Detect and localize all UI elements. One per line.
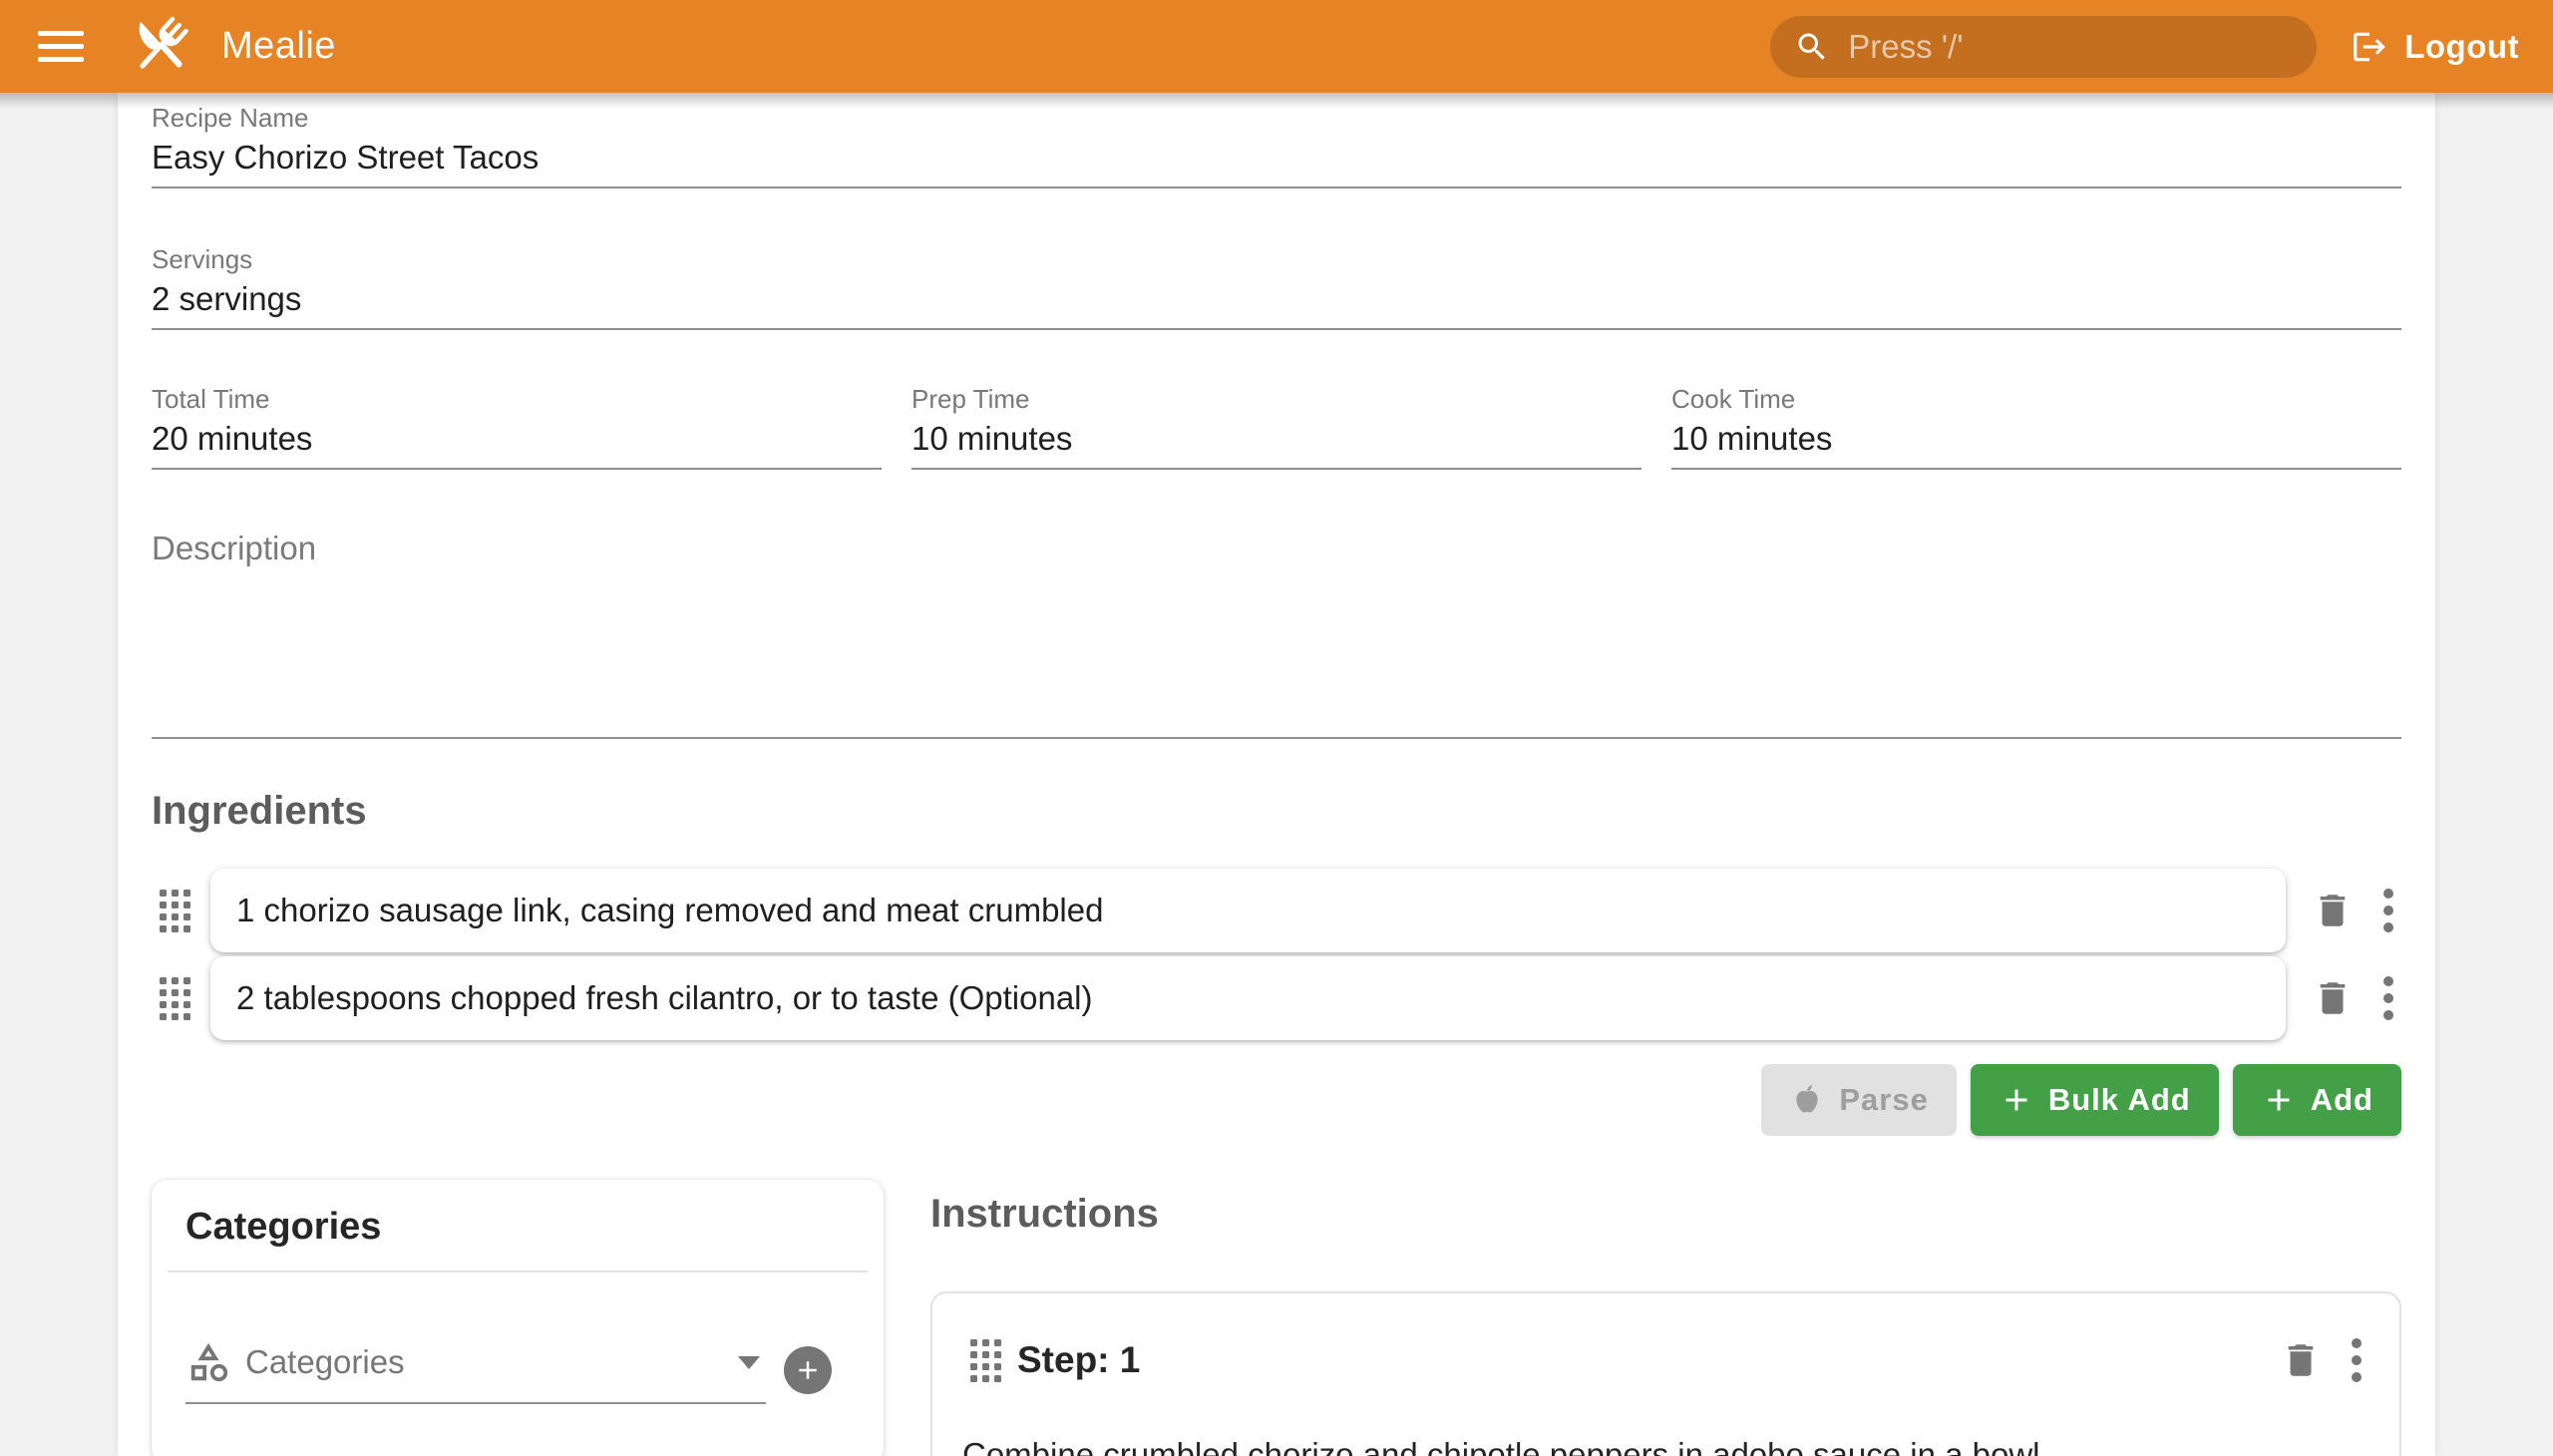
step-menu-button[interactable] <box>2352 1338 2362 1382</box>
servings-field[interactable]: Servings 2 servings <box>152 234 2401 330</box>
instruction-step-card: Step: 1 Combine crumbled chorizo and chi… <box>930 1291 2401 1456</box>
app-bar: Mealie Logout <box>0 0 2553 93</box>
recipe-name-underline <box>152 186 2401 188</box>
ingredient-menu-button[interactable] <box>2383 889 2393 932</box>
ingredient-input[interactable]: 2 tablespoons chopped fresh cilantro, or… <box>210 956 2286 1040</box>
search-box[interactable] <box>1770 16 2317 78</box>
recipe-name-label: Recipe Name <box>152 103 2401 133</box>
cook-time-value[interactable]: 10 minutes <box>1671 416 2401 462</box>
bulk-add-label: Bulk Add <box>2048 1082 2191 1118</box>
ingredient-text: 2 tablespoons chopped fresh cilantro, or… <box>236 979 1093 1017</box>
prep-time-underline <box>912 468 1641 470</box>
mealie-logo-icon[interactable] <box>126 13 193 81</box>
delete-step-button[interactable] <box>2280 1337 2322 1383</box>
chevron-down-icon[interactable] <box>738 1356 760 1369</box>
categories-card: Categories Categories <box>152 1180 884 1456</box>
step-text-input[interactable]: Combine crumbled chorizo and chipotle pe… <box>962 1433 2370 1456</box>
recipe-name-field[interactable]: Recipe Name Easy Chorizo Street Tacos <box>152 93 2401 188</box>
categories-select-underline <box>185 1402 766 1404</box>
drag-handle-icon[interactable] <box>160 977 190 1020</box>
parse-button[interactable]: Parse <box>1761 1064 1956 1136</box>
step-header: Step: 1 <box>962 1337 2370 1383</box>
description-textarea[interactable] <box>152 571 2401 731</box>
delete-ingredient-button[interactable] <box>2312 888 2354 933</box>
instructions-section: Instructions Step: 1 <box>930 1180 2401 1456</box>
ingredient-text: 1 chorizo sausage link, casing removed a… <box>236 892 1103 929</box>
cook-time-field[interactable]: Cook Time 10 minutes <box>1671 374 2401 470</box>
ingredient-menu-button[interactable] <box>2383 976 2393 1020</box>
categories-select-label: Categories <box>245 1343 738 1381</box>
total-time-value[interactable]: 20 minutes <box>152 416 882 462</box>
ingredient-input[interactable]: 1 chorizo sausage link, casing removed a… <box>210 869 2286 952</box>
cook-time-underline <box>1671 468 2401 470</box>
servings-value[interactable]: 2 servings <box>152 276 2401 322</box>
prep-time-field[interactable]: Prep Time 10 minutes <box>912 374 1641 470</box>
logout-button[interactable]: Logout <box>2351 28 2519 66</box>
description-label: Description <box>152 526 2401 571</box>
logout-label: Logout <box>2404 28 2519 66</box>
categories-select[interactable]: Categories <box>185 1336 766 1404</box>
categories-select-row: Categories <box>185 1336 850 1404</box>
cook-time-label: Cook Time <box>1671 384 2401 414</box>
bottom-section: Categories Categories <box>152 1180 2401 1456</box>
app-title: Mealie <box>221 25 336 68</box>
trash-icon <box>2312 975 2354 1021</box>
plus-icon <box>1999 1082 2034 1118</box>
bulk-add-button[interactable]: Bulk Add <box>1971 1064 2219 1136</box>
total-time-field[interactable]: Total Time 20 minutes <box>152 374 882 470</box>
add-button[interactable]: Add <box>2233 1064 2401 1136</box>
drag-handle-icon[interactable] <box>160 890 190 932</box>
search-input[interactable] <box>1846 27 2293 67</box>
recipe-name-value[interactable]: Easy Chorizo Street Tacos <box>152 135 2401 181</box>
plus-icon <box>793 1355 823 1385</box>
total-time-underline <box>152 468 882 470</box>
logout-icon <box>2351 28 2388 66</box>
step-title: Step: 1 <box>1017 1339 2280 1381</box>
search-icon <box>1794 29 1830 65</box>
time-fields-row: Total Time 20 minutes Prep Time 10 minut… <box>152 374 2401 470</box>
ingredient-actions: Parse Bulk Add Add <box>152 1064 2401 1136</box>
parse-label: Parse <box>1839 1082 1928 1118</box>
total-time-label: Total Time <box>152 384 882 414</box>
category-shapes-icon <box>185 1339 231 1385</box>
add-category-button[interactable] <box>784 1346 832 1394</box>
recipe-editor-card: Recipe Name Easy Chorizo Street Tacos Se… <box>118 93 2435 1456</box>
mealie-recipe-editor: Mealie Logout Recipe Name Easy Chorizo S… <box>0 0 2553 1456</box>
apple-icon <box>1789 1082 1825 1118</box>
description-underline <box>152 737 2401 739</box>
servings-underline <box>152 328 2401 330</box>
menu-icon[interactable] <box>38 31 84 62</box>
prep-time-value[interactable]: 10 minutes <box>912 416 1641 462</box>
servings-label: Servings <box>152 244 2401 274</box>
ingredient-row: 1 chorizo sausage link, casing removed a… <box>152 869 2401 952</box>
categories-title: Categories <box>152 1180 884 1271</box>
ingredients-heading: Ingredients <box>152 787 2401 835</box>
instructions-heading: Instructions <box>930 1190 2401 1238</box>
add-label: Add <box>2311 1082 2373 1118</box>
ingredient-row: 2 tablespoons chopped fresh cilantro, or… <box>152 956 2401 1040</box>
trash-icon <box>2280 1337 2322 1383</box>
trash-icon <box>2312 888 2354 933</box>
drag-handle-icon[interactable] <box>970 1339 1001 1382</box>
prep-time-label: Prep Time <box>912 384 1641 414</box>
description-field[interactable]: Description <box>152 526 2401 739</box>
categories-divider <box>168 1271 868 1273</box>
delete-ingredient-button[interactable] <box>2312 975 2354 1021</box>
plus-icon <box>2261 1082 2297 1118</box>
